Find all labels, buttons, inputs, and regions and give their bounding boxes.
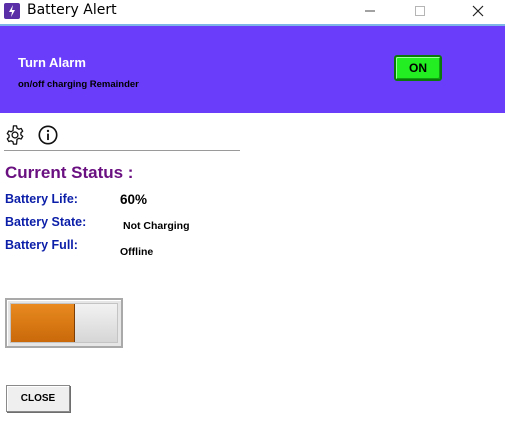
alarm-banner: Turn Alarm on/off charging Remainder ON bbox=[0, 26, 505, 113]
battery-full-value: Offline bbox=[120, 246, 154, 258]
maximize-icon[interactable] bbox=[397, 0, 443, 22]
battery-level-track bbox=[10, 303, 118, 343]
status-heading: Current Status : bbox=[5, 163, 134, 182]
battery-life-value: 60% bbox=[120, 192, 148, 207]
title-bar: Battery Alert bbox=[0, 0, 505, 24]
battery-level-fill bbox=[11, 304, 75, 342]
battery-state-label: Battery State: bbox=[5, 215, 87, 229]
close-button[interactable]: CLOSE bbox=[6, 385, 70, 412]
gear-icon[interactable] bbox=[4, 124, 26, 146]
banner-subtitle: on/off charging Remainder bbox=[18, 79, 139, 90]
banner-title: Turn Alarm bbox=[18, 55, 86, 70]
alarm-toggle-button[interactable]: ON bbox=[394, 55, 442, 81]
toolbar-divider bbox=[4, 150, 240, 151]
battery-alert-app-icon bbox=[4, 3, 20, 19]
minimize-icon[interactable] bbox=[347, 0, 393, 22]
info-icon[interactable] bbox=[37, 124, 59, 146]
battery-full-label: Battery Full: bbox=[5, 238, 78, 252]
battery-life-label: Battery Life: bbox=[5, 192, 78, 206]
close-icon[interactable] bbox=[455, 0, 501, 22]
battery-state-value: Not Charging bbox=[123, 220, 190, 232]
window-title: Battery Alert bbox=[27, 2, 117, 18]
battery-level-bar bbox=[5, 298, 123, 348]
